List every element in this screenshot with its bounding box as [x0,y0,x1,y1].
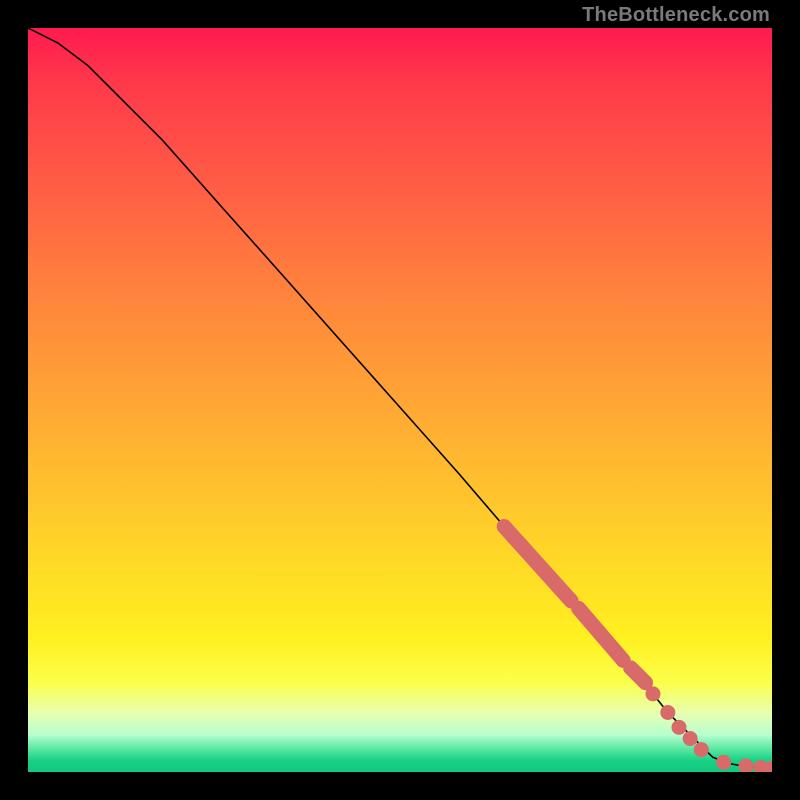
marker-dot [683,731,698,746]
marker-dot [738,759,753,772]
plot-svg [28,28,772,772]
watermark-text: TheBottleneck.com [582,4,770,27]
marker-dot [716,755,731,770]
marker-dot [694,742,709,757]
marker-dot [660,705,675,720]
marker-segment [504,526,571,600]
marker-segment [579,608,624,660]
chart-area [28,28,772,772]
marker-segment [631,668,646,683]
marker-dot [645,686,660,701]
marker-dot [672,720,687,735]
bottleneck-curve [28,28,772,768]
marker-segments [504,526,645,682]
marker-dots [645,686,772,772]
